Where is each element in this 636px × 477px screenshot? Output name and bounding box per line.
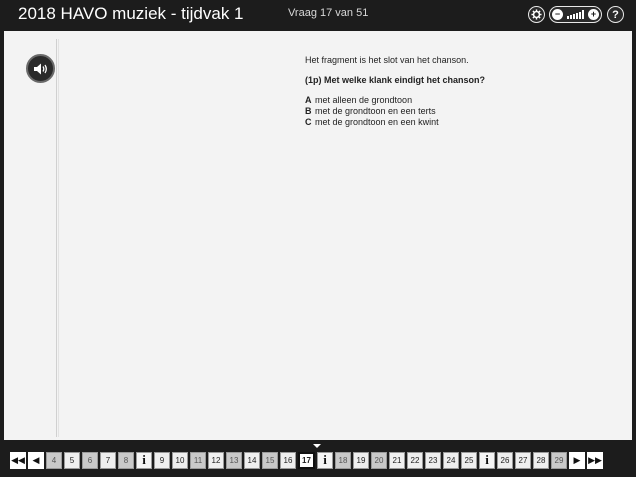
question-counter: Vraag 17 van 51 bbox=[288, 7, 369, 19]
help-button[interactable]: ? bbox=[607, 6, 624, 23]
question-number-button[interactable]: 22 bbox=[407, 451, 423, 469]
question-block: Het fragment is het slot van het chanson… bbox=[305, 55, 625, 128]
question-number-button[interactable]: 18 bbox=[335, 451, 351, 469]
question-text: (1p) Met welke klank eindigt het chanson… bbox=[305, 75, 486, 85]
question-number-button[interactable]: 23 bbox=[425, 451, 441, 469]
option-letter: C bbox=[305, 117, 312, 127]
exam-window: 2018 HAVO muziek - tijdvak 1 Vraag 17 va… bbox=[0, 0, 636, 477]
info-button[interactable]: i bbox=[136, 451, 152, 469]
volume-down-icon[interactable]: − bbox=[552, 9, 563, 20]
option-letter: A bbox=[305, 95, 312, 105]
answer-option-a[interactable]: A met alleen de grondtoon bbox=[305, 95, 625, 106]
question-number-button[interactable]: 28 bbox=[533, 451, 549, 469]
question-panel: Het fragment is het slot van het chanson… bbox=[4, 31, 632, 440]
answer-option-b[interactable]: B met de grondtoon en een terts bbox=[305, 106, 625, 117]
settings-button[interactable] bbox=[528, 6, 545, 23]
last-question-button[interactable]: ▶▶ bbox=[587, 451, 603, 469]
previous-question-button[interactable]: ◀ bbox=[28, 451, 44, 469]
question-number-button[interactable]: 11 bbox=[190, 451, 206, 469]
volume-level-icon bbox=[567, 10, 584, 19]
question-number-button[interactable]: 16 bbox=[280, 451, 296, 469]
question-number-button[interactable]: 27 bbox=[515, 451, 531, 469]
gear-icon bbox=[531, 9, 542, 20]
question-number-button[interactable]: 10 bbox=[172, 451, 188, 469]
question-number-button[interactable]: 26 bbox=[497, 451, 513, 469]
question-number-button[interactable]: 7 bbox=[100, 451, 116, 469]
volume-up-icon[interactable]: + bbox=[588, 9, 599, 20]
question-number-button[interactable]: 13 bbox=[226, 451, 242, 469]
divider bbox=[56, 39, 57, 437]
question-number-button[interactable]: 8 bbox=[118, 451, 134, 469]
speaker-icon bbox=[33, 63, 47, 74]
question-number-button[interactable]: 6 bbox=[82, 451, 98, 469]
question-number-button[interactable]: 19 bbox=[353, 451, 369, 469]
option-text: met de grondtoon en een kwint bbox=[315, 117, 439, 127]
play-audio-button[interactable] bbox=[26, 54, 55, 83]
question-number-button[interactable]: 24 bbox=[443, 451, 459, 469]
volume-control[interactable]: − + bbox=[549, 6, 602, 23]
question-number-button[interactable]: 21 bbox=[389, 451, 405, 469]
question-number-button[interactable]: 25 bbox=[461, 451, 477, 469]
option-text: met de grondtoon en een terts bbox=[315, 106, 436, 116]
question-number-button[interactable]: 14 bbox=[244, 451, 260, 469]
option-letter: B bbox=[305, 106, 312, 116]
option-text: met alleen de grondtoon bbox=[315, 95, 413, 105]
info-button[interactable]: i bbox=[317, 451, 333, 469]
question-number-button[interactable]: 29 bbox=[551, 451, 567, 469]
exam-title: 2018 HAVO muziek - tijdvak 1 bbox=[18, 4, 244, 23]
current-question-marker bbox=[313, 444, 321, 448]
question-number-button[interactable]: 5 bbox=[64, 451, 80, 469]
question-number-button[interactable]: 12 bbox=[208, 451, 224, 469]
question-number-list: 4 5 6 7 8 i 9 10 11 12 13 14 15 16 17 i 18 19 20 21 22 23 24 25… bbox=[46, 451, 569, 469]
question-number-button[interactable]: 17 bbox=[298, 451, 315, 469]
question-number-button[interactable]: 20 bbox=[371, 451, 387, 469]
question-number-button[interactable]: 4 bbox=[46, 451, 62, 469]
next-question-button[interactable]: ▶ bbox=[569, 451, 585, 469]
question-number-button[interactable]: 9 bbox=[154, 451, 170, 469]
first-question-button[interactable]: ◀◀ bbox=[10, 451, 26, 469]
question-number-button[interactable]: 15 bbox=[262, 451, 278, 469]
question-intro: Het fragment is het slot van het chanson… bbox=[305, 55, 469, 65]
info-button[interactable]: i bbox=[479, 451, 495, 469]
answer-option-c[interactable]: C met de grondtoon en een kwint bbox=[305, 117, 625, 128]
question-navigator: ◀◀ ◀ 4 5 6 7 8 i 9 10 11 12 13 14 15 16 17 i 18 19 20 21 22 2… bbox=[10, 451, 605, 469]
header-bar: 2018 HAVO muziek - tijdvak 1 Vraag 17 va… bbox=[0, 0, 636, 30]
divider bbox=[58, 39, 59, 437]
